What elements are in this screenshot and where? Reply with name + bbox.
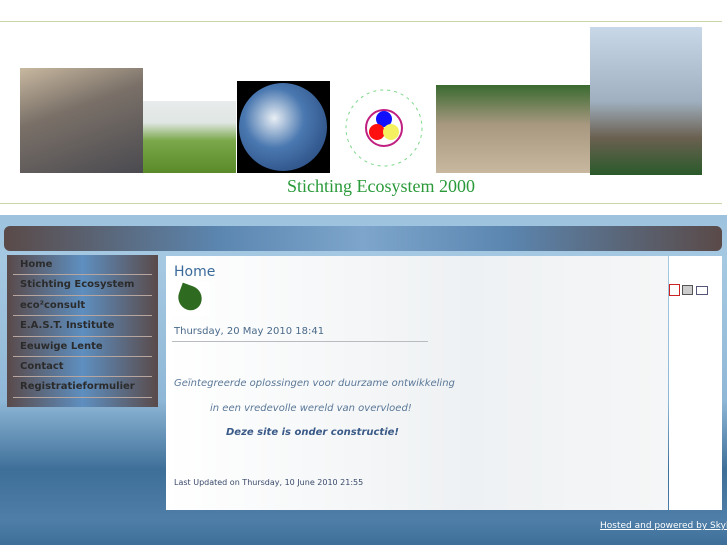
skyhost-link[interactable]: Hosted and powered by Skyhost	[600, 521, 727, 531]
nav-stichting-ecosystem[interactable]: Stichting Ecosystem	[13, 275, 152, 296]
article-text: Geïntegreerde oplossingen voor duurzame …	[174, 378, 455, 389]
divider	[0, 21, 722, 22]
one-mind-logo	[338, 82, 430, 174]
nav-contact[interactable]: Contact	[13, 357, 152, 378]
nav-eeuwige-lente[interactable]: Eeuwige Lente	[13, 337, 152, 357]
article-tools	[669, 256, 722, 510]
divider	[0, 203, 722, 204]
nav-eco2consult[interactable]: eco²consult	[13, 296, 152, 317]
header: Stichting Ecosystem 2000	[0, 0, 727, 215]
last-updated: Last Updated on Thursday, 10 June 2010 2…	[174, 478, 364, 487]
article-date: Thursday, 20 May 2010 18:41	[174, 326, 325, 337]
article-text: in een vredevolle wereld van overvloed!	[210, 403, 412, 414]
leaf-icon	[172, 282, 210, 316]
email-icon[interactable]	[696, 286, 708, 295]
nav-east-institute[interactable]: E.A.S.T. Institute	[13, 316, 152, 337]
article-title: Home	[174, 264, 216, 280]
solar-field-image	[20, 68, 143, 173]
site-name: Stichting Ecosystem 2000	[287, 176, 475, 196]
city-skyline-image	[590, 27, 702, 175]
children-playing-image	[436, 85, 590, 173]
nav-registratieformulier[interactable]: Registratieformulier	[13, 377, 152, 398]
top-bar	[4, 226, 722, 251]
main-menu: Home Stichting Ecosystem eco²consult E.A…	[7, 255, 158, 407]
divider	[172, 341, 428, 342]
earth-image	[237, 81, 330, 173]
article: Home Thursday, 20 May 2010 18:41 Geïnteg…	[166, 256, 668, 510]
print-icon[interactable]	[682, 285, 693, 295]
article-text: Deze site is onder constructie!	[226, 427, 399, 438]
pdf-icon[interactable]	[669, 284, 680, 296]
tree-landscape-image	[143, 101, 236, 173]
nav-home[interactable]: Home	[13, 255, 152, 276]
